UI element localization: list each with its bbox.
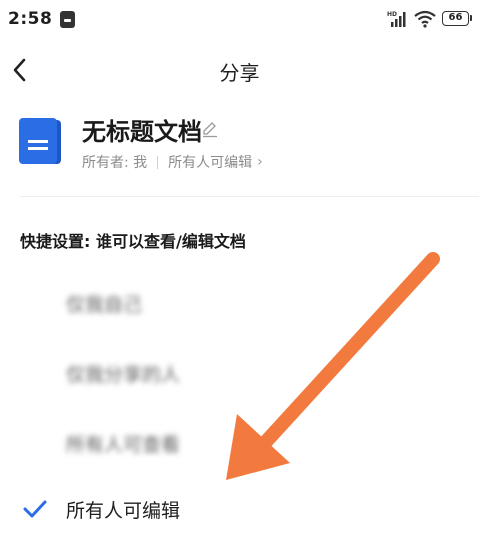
option-label: 所有人可编辑 (66, 500, 181, 522)
page-title: 分享 (219, 61, 260, 85)
option-anyone-edit[interactable]: 所有人可编辑 (0, 478, 479, 548)
option-label: 仅我自己 (66, 294, 143, 316)
wifi-icon (414, 10, 436, 28)
meta-divider (157, 155, 159, 169)
document-meta: 所有者: 我 所有人可编辑 › (82, 152, 263, 172)
notification-icon (60, 11, 75, 28)
permission-link[interactable]: 所有人可编辑 (168, 152, 252, 172)
nav-bar: 分享 (0, 46, 479, 94)
status-bar: 2:58 HD 66 (0, 0, 479, 40)
option-only-me[interactable]: 仅我自己 (0, 268, 479, 338)
back-arrow-icon[interactable] (8, 56, 32, 84)
document-info: 无标题文档 所有者: 我 所有人可编辑 › (0, 108, 479, 196)
battery-icon: 66 (442, 11, 472, 26)
check-icon (23, 500, 47, 518)
owner-label: 所有者: 我 (82, 155, 148, 171)
option-label: 所有人可查看 (66, 434, 181, 456)
signal-icon: HD (387, 11, 406, 27)
divider (20, 196, 479, 197)
option-anyone-view[interactable]: 所有人可查看 (0, 408, 479, 478)
document-title: 无标题文档 (82, 118, 202, 146)
document-icon (19, 118, 61, 164)
svg-text:HD: HD (387, 11, 397, 18)
quick-settings-title: 快捷设置: 谁可以查看/编辑文档 (20, 232, 246, 251)
option-shared-people[interactable]: 仅我分享的人 (0, 338, 479, 408)
status-time: 2:58 (8, 9, 53, 29)
option-label: 仅我分享的人 (66, 364, 181, 386)
edit-pencil-icon[interactable] (201, 120, 219, 138)
chevron-right-icon: › (257, 154, 263, 170)
